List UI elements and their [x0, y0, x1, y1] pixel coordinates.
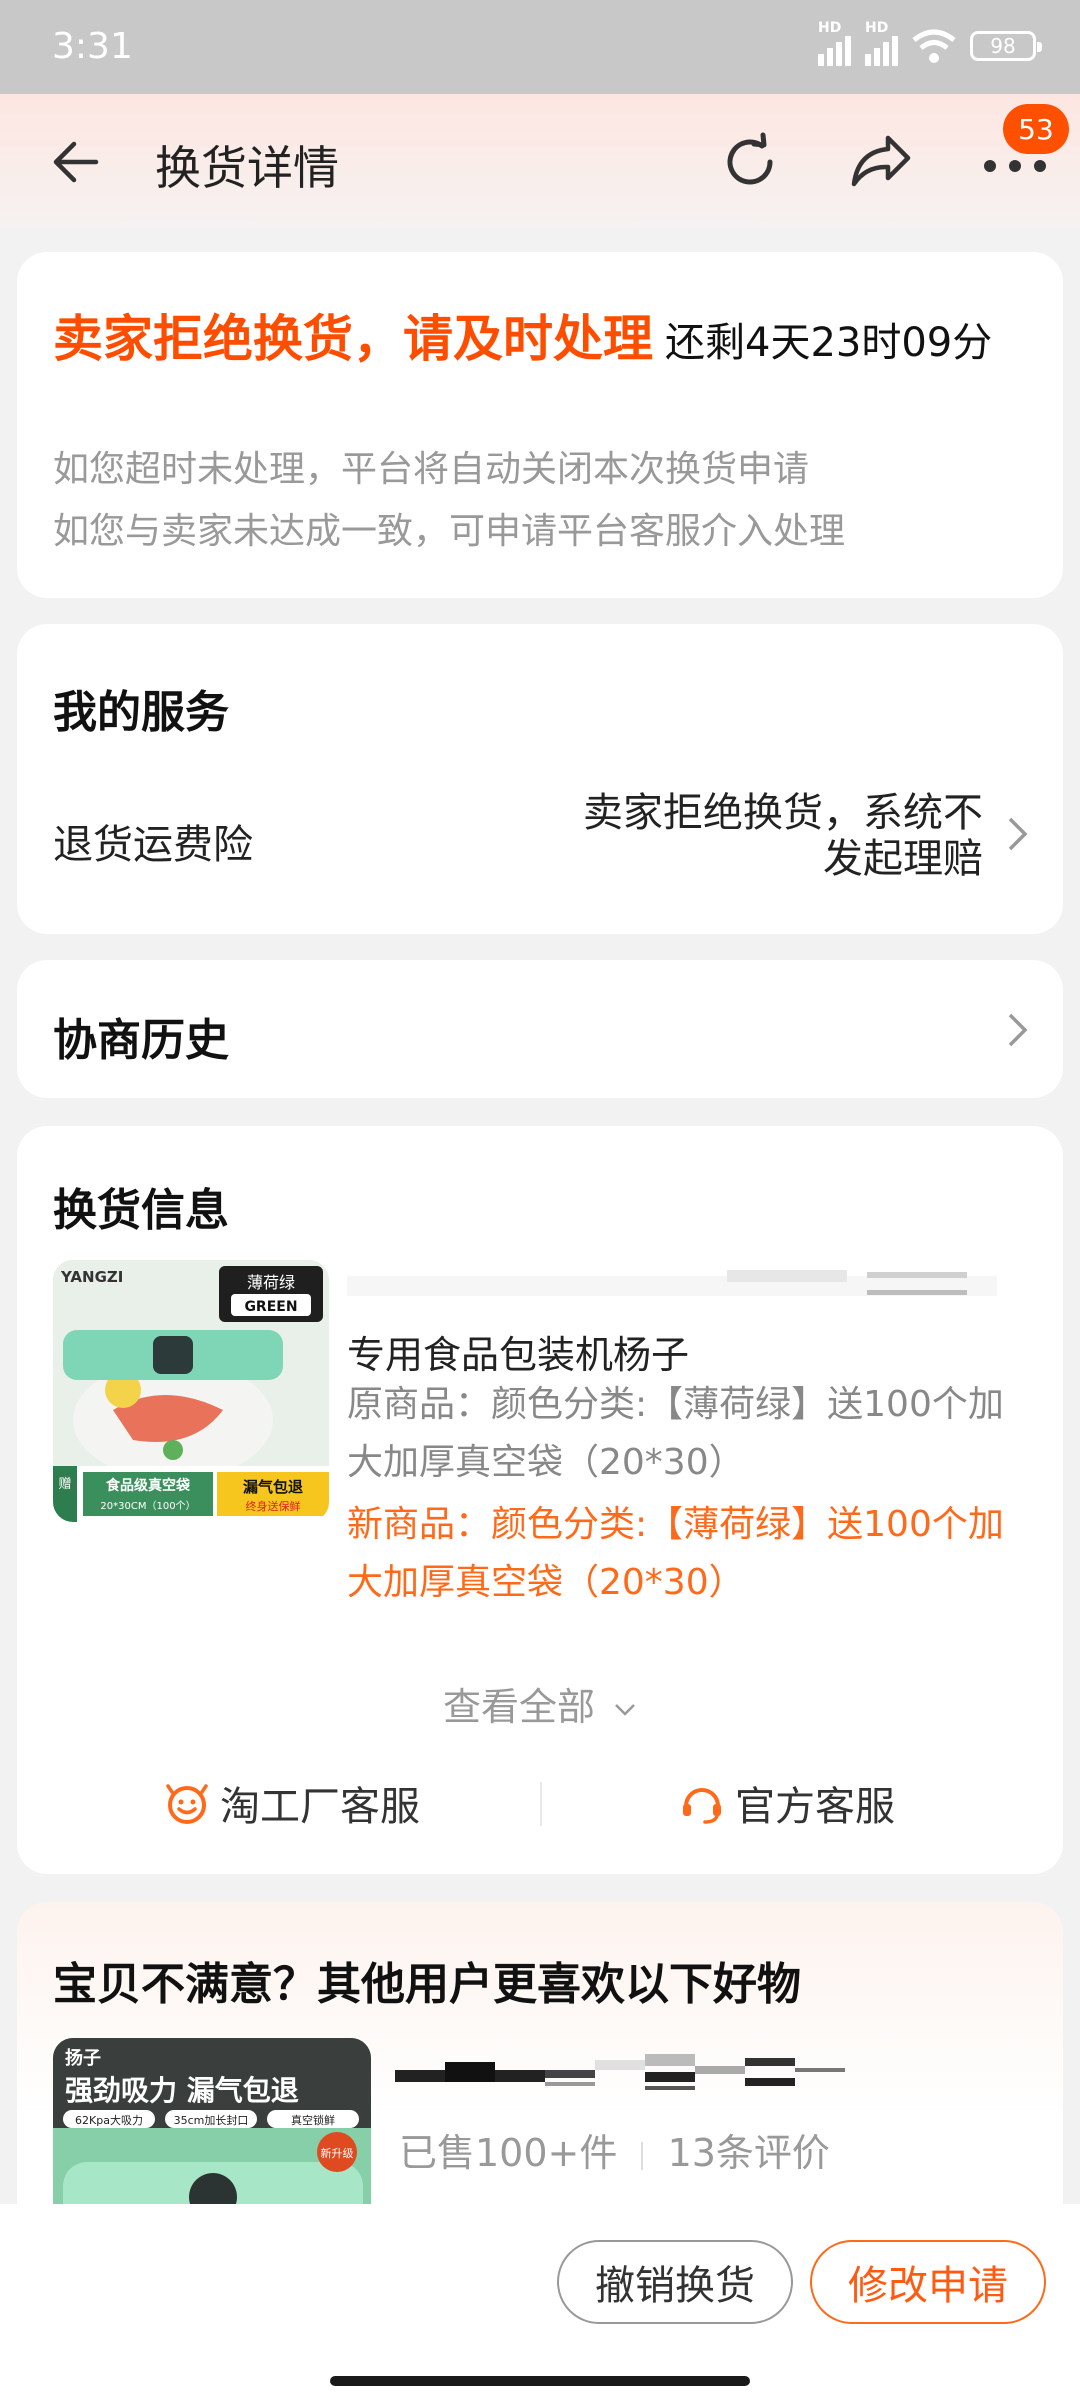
original-item-spec: 原商品：颜色分类:【薄荷绿】送100个加 大加厚真空袋（20*30）: [347, 1384, 1004, 1483]
svg-text:扬子: 扬子: [65, 2047, 101, 2069]
divider: [641, 2141, 644, 2170]
recommendation-title: 宝贝不满意？其他用户更喜欢以下好物: [53, 1959, 801, 2010]
svg-text:食品级真空袋: 食品级真空袋: [106, 1477, 191, 1494]
svg-text:终身送保鲜: 终身送保鲜: [246, 1499, 301, 1513]
modify-request-button[interactable]: 修改申请: [810, 2240, 1046, 2324]
rejection-title: 卖家拒绝换货，请及时处理: [53, 310, 653, 368]
svg-text:YANGZI: YANGZI: [60, 1268, 123, 1286]
sales-info: 已售100+件 13条评价: [399, 2131, 830, 2175]
svg-text:强劲吸力 漏气包退: 强劲吸力 漏气包退: [65, 2074, 299, 2107]
negotiation-history-row[interactable]: 协商历史: [17, 960, 1063, 1098]
official-service-button[interactable]: 官方客服: [679, 1774, 895, 1832]
share-icon[interactable]: [848, 130, 914, 194]
divider: [540, 1782, 542, 1826]
cancel-exchange-button[interactable]: 撤销换货: [557, 2240, 793, 2324]
message-count-badge: 53: [1003, 104, 1069, 154]
chevron-right-icon[interactable]: [1007, 816, 1029, 852]
headset-icon: [683, 1788, 721, 1824]
status-time: 3:31: [52, 26, 133, 67]
exchange-info-card: 换货信息 薄荷绿 GREEN YANGZI 赠 食品级真空袋 20*30CM（1…: [17, 1126, 1063, 1874]
blurred-shop-name: [347, 1270, 997, 1296]
smile-service-icon: [166, 1784, 208, 1824]
refresh-icon[interactable]: [718, 130, 782, 194]
page-title: 换货详情: [155, 141, 339, 195]
svg-text:62Kpa大吸力: 62Kpa大吸力: [75, 2113, 143, 2127]
svg-text:薄荷绿: 薄荷绿: [247, 1273, 295, 1292]
shipping-insurance-label: 退货运费险: [53, 822, 253, 868]
back-arrow-icon[interactable]: [44, 132, 104, 192]
chevron-right-icon[interactable]: [1007, 1012, 1029, 1048]
chevron-down-icon: [615, 1703, 635, 1716]
svg-text:真空锁鲜: 真空锁鲜: [291, 2113, 335, 2127]
dispute-hint: 如您与卖家未达成一致，可申请平台客服介入处理: [53, 511, 846, 552]
status-headline: 卖家拒绝换货，请及时处理 还剩4天23时09分: [53, 308, 1033, 382]
factory-service-button[interactable]: 淘工厂客服: [164, 1774, 420, 1832]
new-item-spec: 新商品：颜色分类:【薄荷绿】送100个加 大加厚真空袋（20*30）: [347, 1504, 1004, 1603]
history-title: 协商历史: [53, 1015, 229, 1066]
wifi-icon: [912, 29, 956, 63]
timeout-hint: 如您超时未处理，平台将自动关闭本次换货申请: [53, 449, 810, 490]
status-notice-card: 卖家拒绝换货，请及时处理 还剩4天23时09分 如您超时未处理，平台将自动关闭本次…: [17, 252, 1063, 598]
blurred-product-title: [395, 2054, 845, 2090]
svg-text:漏气包退: 漏气包退: [243, 1478, 303, 1496]
svg-text:20*30CM（100个）: 20*30CM（100个）: [100, 1500, 195, 1512]
view-all-button[interactable]: 查看全部: [17, 1676, 1063, 1731]
product-name: 专用食品包装机杨子: [347, 1333, 690, 1377]
svg-text:GREEN: GREEN: [244, 1299, 297, 1315]
svg-text:赠: 赠: [58, 1477, 71, 1492]
signal-icon: HD: [818, 20, 851, 66]
status-bar: 3:31 HD HD 98: [0, 0, 1080, 94]
services-title: 我的服务: [53, 687, 229, 738]
page-header: 换货详情 53: [0, 94, 1080, 228]
exchange-info-title: 换货信息: [53, 1185, 229, 1236]
product-image: 薄荷绿 GREEN YANGZI 赠 食品级真空袋 20*30CM（100个） …: [53, 1260, 329, 1522]
svg-text:35cm加长封口: 35cm加长封口: [174, 2113, 249, 2127]
status-icons: HD HD 98: [818, 20, 1042, 66]
shipping-insurance-status[interactable]: 卖家拒绝换货，系统不 发起理赔: [543, 790, 983, 882]
product-thumbnail[interactable]: 薄荷绿 GREEN YANGZI 赠 食品级真空袋 20*30CM（100个） …: [53, 1260, 329, 1522]
my-services-card: 我的服务 退货运费险 卖家拒绝换货，系统不 发起理赔: [17, 624, 1063, 934]
bottom-action-bar: 撤销换货 修改申请: [0, 2204, 1080, 2400]
signal-icon-2: HD: [865, 20, 898, 66]
battery-icon: 98: [970, 31, 1042, 61]
gesture-bar[interactable]: [330, 2376, 750, 2386]
remaining-time: 还剩4天23时09分: [665, 320, 993, 366]
svg-text:新升级: 新升级: [321, 2146, 354, 2160]
